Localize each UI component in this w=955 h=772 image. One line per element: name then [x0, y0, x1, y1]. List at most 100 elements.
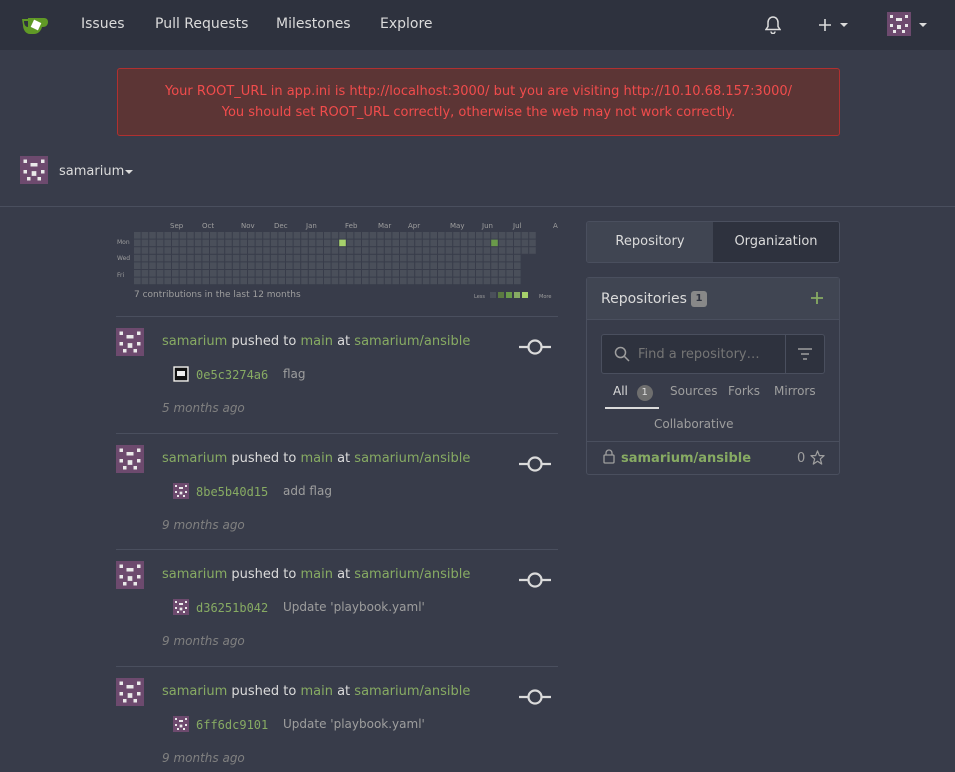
heatmap-cell	[187, 232, 194, 239]
heatmap-cell	[270, 262, 278, 269]
heatmap-cell	[529, 262, 536, 269]
feed-branch-link[interactable]: main	[300, 684, 332, 699]
heatmap-cell	[316, 254, 323, 262]
heatmap-cell	[430, 254, 437, 262]
feed-repo-link[interactable]: samarium/ansible	[354, 334, 470, 349]
commit-sha-link[interactable]: 0e5c3274a6	[196, 368, 268, 382]
feed-user-avatar-link[interactable]	[116, 445, 144, 473]
heatmap-cell	[339, 277, 346, 285]
nav-pull-requests[interactable]: Pull Requests	[155, 16, 248, 32]
repo-name-link[interactable]: samarium/ansible	[621, 451, 751, 466]
nav-issues[interactable]: Issues	[81, 16, 125, 32]
tab-organization[interactable]: Organization	[713, 222, 839, 262]
heatmap-cell	[498, 254, 506, 262]
nav-explore[interactable]: Explore	[380, 16, 433, 32]
heatmap-cell	[445, 262, 453, 269]
heatmap-cell	[278, 277, 285, 285]
commit-sha-link[interactable]: 8be5b40d15	[196, 485, 268, 499]
heatmap-cell	[194, 254, 202, 262]
heatmap-cell	[491, 232, 498, 239]
feed-branch-link[interactable]: main	[300, 451, 332, 466]
heatmap-cell	[141, 254, 149, 262]
gitea-logo-icon[interactable]	[20, 13, 50, 37]
commit-sha-link[interactable]: 6ff6dc9101	[196, 718, 268, 732]
heatmap-cell	[270, 247, 278, 254]
feed-item: samarium pushed to main at samarium/ansi…	[116, 326, 558, 426]
heatmap-cell	[491, 277, 498, 285]
heatmap-cell	[278, 254, 285, 262]
heatmap-cell	[187, 254, 194, 262]
feed-repo-link[interactable]: samarium/ansible	[354, 567, 470, 582]
filter-forks[interactable]: Forks	[728, 384, 760, 398]
heatmap-cell	[415, 247, 422, 254]
feed-item: samarium pushed to main at samarium/ansi…	[116, 559, 558, 659]
new-repo-plus-icon[interactable]	[810, 291, 824, 305]
heatmap-cell	[369, 254, 377, 262]
heatmap-cell	[301, 270, 308, 277]
repository-search-input[interactable]	[638, 343, 782, 365]
heatmap-cell	[407, 254, 415, 262]
heatmap-cell	[324, 247, 331, 254]
repositories-count-badge: 1	[691, 291, 707, 307]
avatar	[116, 678, 144, 706]
search-divider	[785, 335, 786, 373]
heatmap-cell	[324, 239, 331, 247]
heatmap-cell	[156, 277, 164, 285]
heatmap-cell	[134, 247, 141, 254]
commit-push-icon	[519, 689, 551, 705]
heatmap-cell	[491, 254, 498, 262]
warning-line-1: Your ROOT_URL in app.ini is http://local…	[164, 84, 793, 99]
heatmap-cell	[453, 254, 460, 262]
heatmap-cell	[149, 239, 156, 247]
nav-milestones[interactable]: Milestones	[276, 16, 351, 32]
heatmap-cell	[468, 232, 475, 239]
heatmap-cell	[491, 262, 498, 269]
feed-repo-link[interactable]: samarium/ansible	[354, 451, 470, 466]
feed-branch-link[interactable]: main	[300, 334, 332, 349]
filter-sources[interactable]: Sources	[670, 384, 717, 398]
filter-all[interactable]: All 1	[613, 384, 653, 401]
heatmap-cell	[346, 270, 354, 277]
feed-user-avatar-link[interactable]	[116, 328, 144, 356]
heatmap-cell	[415, 262, 422, 269]
heatmap-cell	[400, 270, 407, 277]
feed-action-line: samarium pushed to main at samarium/ansi…	[162, 567, 470, 582]
heatmap-cell	[384, 232, 392, 239]
filter-collaborative[interactable]: Collaborative	[654, 417, 734, 431]
commit-sha-link[interactable]: d36251b042	[196, 601, 268, 615]
feed-user-link[interactable]: samarium	[162, 684, 227, 699]
feed-user-avatar-link[interactable]	[116, 561, 144, 589]
heatmap-cell	[270, 270, 278, 277]
feed-item: samarium pushed to main at samarium/ansi…	[116, 443, 558, 543]
heatmap-cell	[194, 270, 202, 277]
heatmap-cell	[255, 270, 263, 277]
repo-list-item[interactable]: samarium/ansible 0	[587, 442, 839, 474]
heatmap-cell	[514, 239, 521, 247]
filter-mirrors[interactable]: Mirrors	[774, 384, 816, 398]
avatar	[116, 328, 144, 356]
heatmap-cell	[445, 247, 453, 254]
commit-author-avatar	[173, 716, 189, 732]
feed-user-avatar-link[interactable]	[116, 678, 144, 706]
feed-branch-link[interactable]: main	[300, 567, 332, 582]
heatmap-cell	[491, 270, 498, 277]
bell-icon[interactable]	[765, 16, 781, 34]
feed-user-link[interactable]: samarium	[162, 334, 227, 349]
feed-user-link[interactable]: samarium	[162, 567, 227, 582]
create-menu-button[interactable]	[818, 16, 850, 34]
heatmap-cell	[415, 270, 422, 277]
tab-repository[interactable]: Repository	[587, 222, 713, 262]
plus-icon	[819, 19, 831, 31]
heatmap-cell	[521, 239, 529, 247]
feed-repo-link[interactable]: samarium/ansible	[354, 684, 470, 699]
heatmap-cell	[293, 270, 301, 277]
heatmap-cell	[498, 277, 506, 285]
heatmap-month-label: Aug	[553, 222, 558, 230]
heatmap-cell	[354, 254, 361, 262]
feed-user-link[interactable]: samarium	[162, 451, 227, 466]
user-menu-button[interactable]	[887, 12, 927, 38]
filter-icon[interactable]	[797, 347, 813, 361]
heatmap-cell	[248, 262, 255, 269]
filter-all-count: 1	[636, 385, 653, 401]
heatmap-cell	[331, 270, 339, 277]
